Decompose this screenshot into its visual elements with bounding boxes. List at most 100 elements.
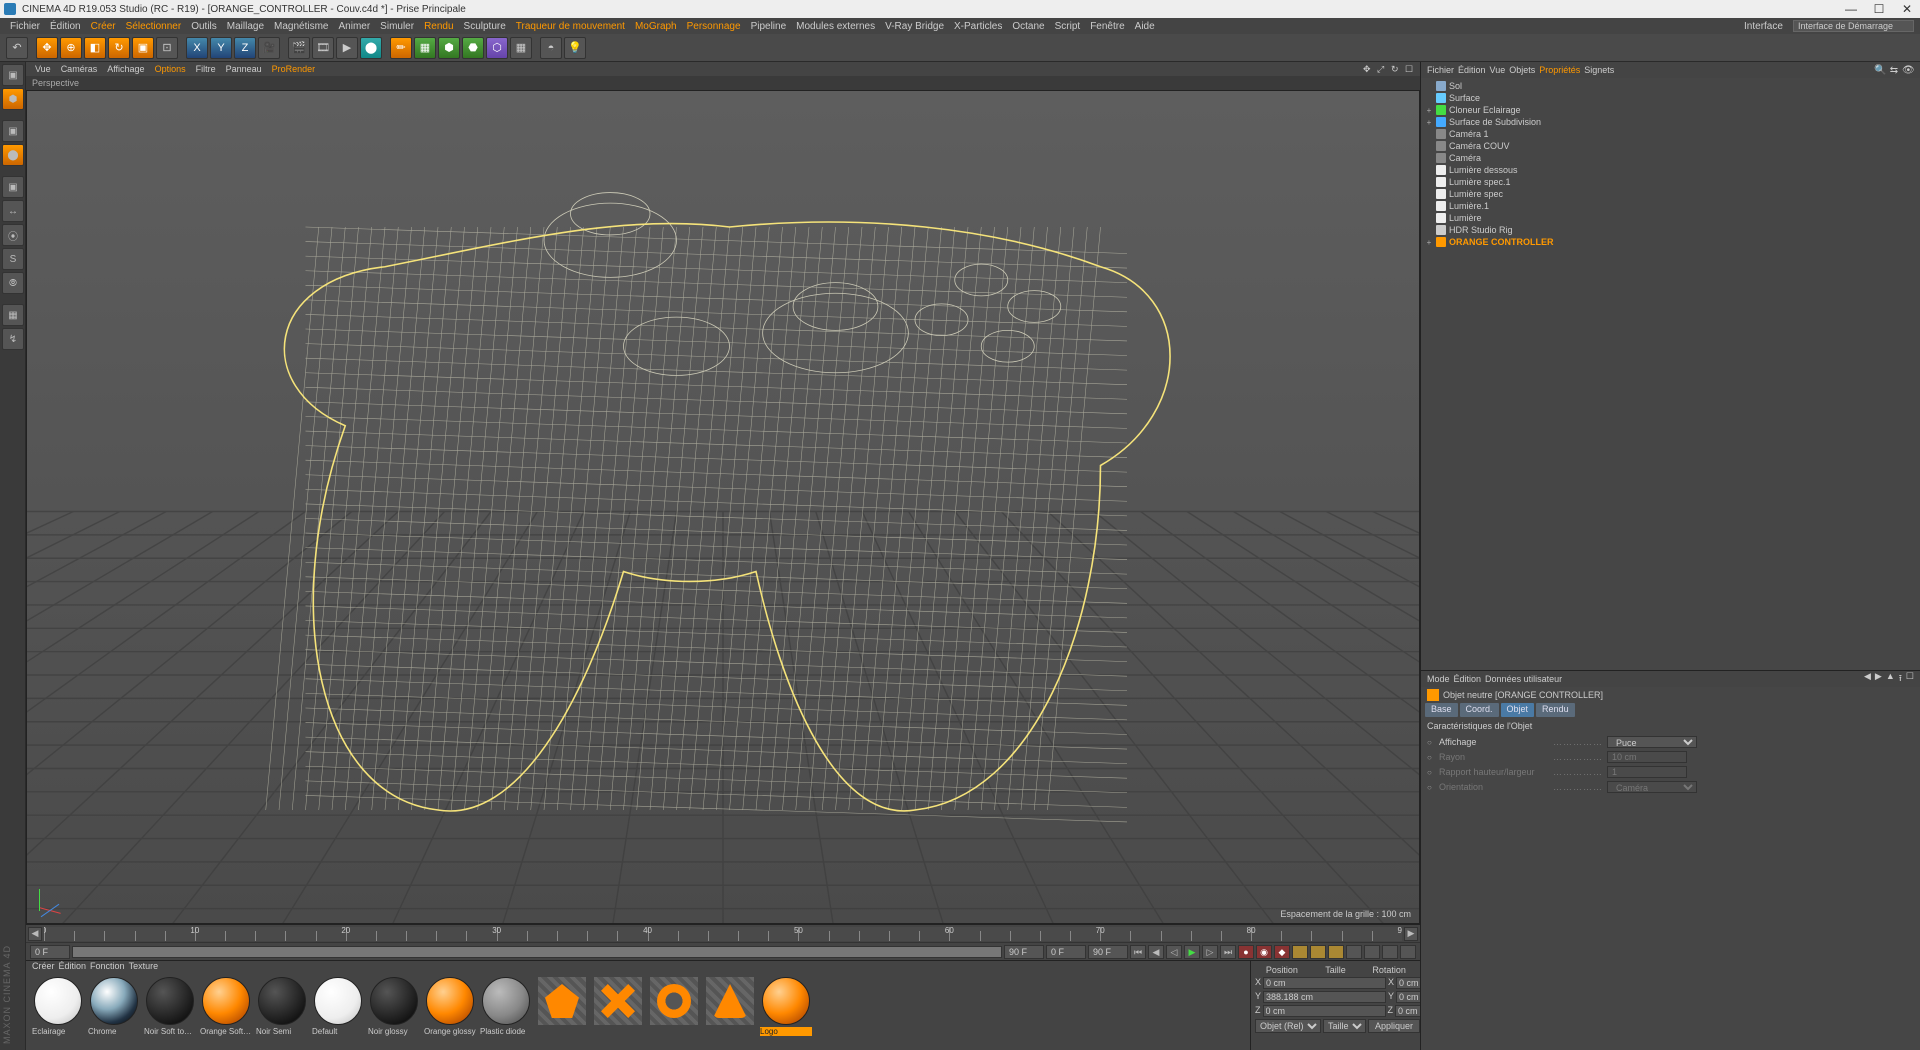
vtool-btn-6[interactable]: ▣ <box>2 176 24 198</box>
key-button[interactable]: ◆ <box>1274 945 1290 959</box>
object-name[interactable]: Surface de Subdivision <box>1449 117 1916 127</box>
material-item[interactable]: Plastic diode <box>480 977 532 1036</box>
object-name[interactable]: Caméra COUV <box>1449 141 1916 151</box>
object-name[interactable]: Lumière spec <box>1449 189 1916 199</box>
menu-fenetre[interactable]: Fenêtre <box>1086 21 1128 32</box>
play-button[interactable]: ▶ <box>1184 945 1200 959</box>
material-item[interactable]: Logo <box>760 977 812 1036</box>
step-fwd-button[interactable]: ▷ <box>1202 945 1218 959</box>
object-row[interactable]: Lumière dessous✕ <box>1421 164 1920 176</box>
am-lock-icon[interactable]: ⭱ <box>1899 671 1902 687</box>
object-name[interactable]: Lumière dessous <box>1449 165 1916 175</box>
object-row[interactable]: +Surface de Subdivision✕ <box>1421 116 1920 128</box>
vp-menu-filtre[interactable]: Filtre <box>193 64 219 74</box>
expand-toggle-icon[interactable]: + <box>1425 118 1433 127</box>
object-row[interactable]: +ORANGE CONTROLLER✕ <box>1421 236 1920 248</box>
timeline-range-end-field[interactable] <box>1088 945 1128 959</box>
autokey-button[interactable]: ◉ <box>1256 945 1272 959</box>
toolbar-btn-19[interactable]: ⬡ <box>486 37 508 59</box>
material-item[interactable]: Default <box>312 977 364 1036</box>
expand-toggle-icon[interactable]: + <box>1425 106 1433 115</box>
object-name[interactable]: Caméra <box>1449 153 1916 163</box>
toolbar-btn-9[interactable]: Z <box>234 37 256 59</box>
goto-end-button[interactable]: ⏭ <box>1220 945 1236 959</box>
om-menu-signets[interactable]: Signets <box>1584 65 1614 75</box>
object-row[interactable]: Lumière.1✕ <box>1421 200 1920 212</box>
om-menu-edition[interactable]: Édition <box>1458 65 1486 75</box>
menu-magnetisme[interactable]: Magnétisme <box>270 21 332 32</box>
coord-size-select[interactable]: Taille <box>1323 1019 1366 1033</box>
toolbar-btn-21[interactable]: ◓ <box>540 37 562 59</box>
toolbar-btn-20[interactable]: ▦ <box>510 37 532 59</box>
timeline-left-icon[interactable]: ◀ <box>28 927 42 941</box>
vp-menu-vue[interactable]: Vue <box>32 64 54 74</box>
coord-apply-button[interactable]: Appliquer <box>1368 1019 1420 1033</box>
record-button[interactable]: ● <box>1238 945 1254 959</box>
step-back-button[interactable]: ◀ <box>1148 945 1164 959</box>
object-name[interactable]: Lumière spec.1 <box>1449 177 1916 187</box>
menu-aide[interactable]: Aide <box>1131 21 1159 32</box>
object-row[interactable]: Caméra COUV <box>1421 140 1920 152</box>
object-name[interactable]: ORANGE CONTROLLER <box>1449 237 1916 247</box>
toolbar-btn-7[interactable]: X <box>186 37 208 59</box>
om-search-icon[interactable]: 🔍 <box>1874 65 1886 76</box>
material-item[interactable] <box>592 977 644 1036</box>
viewport-tab-perspective[interactable]: Perspective <box>32 78 79 88</box>
toolbar-btn-11[interactable]: 🎬 <box>288 37 310 59</box>
toolbar-btn-15[interactable]: ✏ <box>390 37 412 59</box>
keymode-rot-button[interactable] <box>1328 945 1344 959</box>
keymode-pla-button[interactable] <box>1364 945 1380 959</box>
vtool-btn-12[interactable]: ▦ <box>2 304 24 326</box>
vp-zoom-icon[interactable]: ⤢ <box>1374 64 1386 75</box>
coord-pos-field[interactable] <box>1263 991 1386 1003</box>
am-new-icon[interactable]: ☐ <box>1906 671 1914 687</box>
toolbar-btn-22[interactable]: 💡 <box>564 37 586 59</box>
toolbar-btn-8[interactable]: Y <box>210 37 232 59</box>
toolbar-btn-10[interactable]: 🎥 <box>258 37 280 59</box>
coord-pos-field[interactable] <box>1263 977 1386 989</box>
vtool-btn-7[interactable]: ↔ <box>2 200 24 222</box>
toolbar-btn-13[interactable]: ▶ <box>336 37 358 59</box>
toolbar-btn-12[interactable]: 🎞 <box>312 37 334 59</box>
om-menu-vue[interactable]: Vue <box>1490 65 1506 75</box>
object-row[interactable]: Sol <box>1421 80 1920 92</box>
vtool-btn-9[interactable]: S <box>2 248 24 270</box>
om-menu-objets[interactable]: Objets <box>1509 65 1535 75</box>
object-name[interactable]: Lumière <box>1449 213 1916 223</box>
object-row[interactable]: Lumière spec.1✕ <box>1421 176 1920 188</box>
timeline-range-start-field[interactable] <box>1046 945 1086 959</box>
coord-space-select[interactable]: Objet (Rel) <box>1255 1019 1321 1033</box>
toolbar-btn-4[interactable]: ↻ <box>108 37 130 59</box>
vp-menu-options[interactable]: Options <box>152 64 189 74</box>
play-back-button[interactable]: ◁ <box>1166 945 1182 959</box>
menu-octane[interactable]: Octane <box>1008 21 1048 32</box>
timeline-start-field[interactable] <box>30 945 70 959</box>
toolbar-btn-6[interactable]: ⊡ <box>156 37 178 59</box>
menu-animer[interactable]: Animer <box>334 21 374 32</box>
object-row[interactable]: Lumière✕ <box>1421 212 1920 224</box>
vtool-btn-8[interactable]: ⦿ <box>2 224 24 246</box>
object-row[interactable]: +Cloneur Eclairage✕ <box>1421 104 1920 116</box>
am-up-icon[interactable]: ▲ <box>1886 671 1895 687</box>
menu-outils[interactable]: Outils <box>187 21 221 32</box>
menu-selectionner[interactable]: Sélectionner <box>122 21 186 32</box>
goto-start-button[interactable]: ⏮ <box>1130 945 1146 959</box>
vtool-btn-0[interactable]: ▣ <box>2 64 24 86</box>
layout-dropdown[interactable]: Interface de Démarrage <box>1793 20 1914 32</box>
material-item[interactable] <box>536 977 588 1036</box>
menu-simuler[interactable]: Simuler <box>376 21 418 32</box>
viewport[interactable]: Espacement de la grille : 100 cm <box>26 90 1420 924</box>
object-row[interactable]: Surface✕ <box>1421 92 1920 104</box>
timeline-end-field[interactable] <box>1004 945 1044 959</box>
menu-script[interactable]: Script <box>1051 21 1085 32</box>
minimize-button[interactable]: — <box>1842 2 1860 16</box>
toolbar-btn-2[interactable]: ⊕ <box>60 37 82 59</box>
am-back-icon[interactable]: ◀ <box>1864 671 1871 687</box>
material-item[interactable] <box>648 977 700 1036</box>
material-item[interactable]: Chrome <box>88 977 140 1036</box>
menu-vray[interactable]: V-Ray Bridge <box>881 21 948 32</box>
vp-orbit-icon[interactable]: ↻ <box>1388 64 1400 75</box>
expand-toggle-icon[interactable]: + <box>1425 238 1433 247</box>
param-select[interactable]: Puce <box>1607 736 1697 748</box>
menu-fichier[interactable]: Fichier <box>6 21 44 32</box>
